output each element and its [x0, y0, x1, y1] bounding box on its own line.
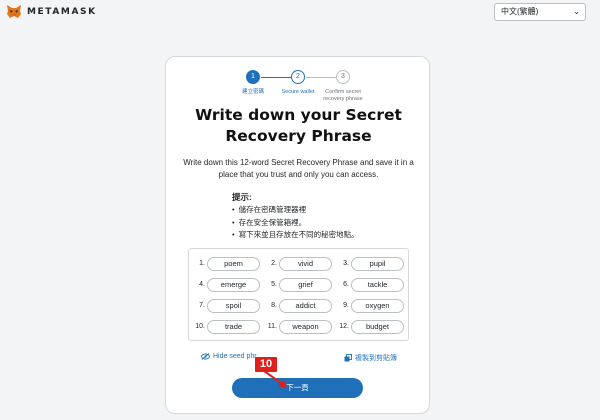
copy-to-clipboard-button[interactable]: 複製到剪貼簿 [344, 353, 397, 363]
progress-line-completed [261, 77, 291, 78]
logo-text: METAMASK [27, 6, 97, 17]
step-1-indicator: 1 [246, 70, 260, 84]
copy-icon [344, 354, 352, 362]
phrase-word-value: tackle [351, 277, 404, 292]
annotation-arrow-icon [263, 370, 287, 388]
phrase-word-value: pupil [351, 256, 404, 271]
fox-icon [7, 5, 21, 18]
phrase-word-number: 9. [343, 302, 349, 309]
step-3-label: Confirm secret recovery phrase [323, 89, 363, 102]
phrase-word-value: addict [279, 298, 332, 313]
phrase-word-value: oxygen [351, 298, 404, 313]
tips-title: 提示: [232, 192, 252, 202]
phrase-word-1: 1. poem [193, 255, 260, 272]
phrase-word-number: 11. [267, 323, 277, 330]
progress-line-pending [306, 77, 336, 78]
phrase-word-3: 3. pupil [337, 255, 404, 272]
phrase-word-value: emerge [207, 277, 260, 292]
next-button[interactable]: 下一頁 [232, 378, 363, 398]
phrase-word-number: 1. [199, 260, 205, 267]
tips-list: 儲存在密碼管理器裡 存在安全保管箱裡。 寫下來並且存放在不同的秘密地點。 [232, 204, 359, 242]
hide-seed-phrase-label: Hide seed phr [213, 353, 257, 360]
step-1-label: 建立密碼 [241, 89, 264, 95]
phrase-word-value: weapon [279, 319, 332, 334]
secret-phrase-grid: 1. poem 2. vivid 3. pupil 4. emerge 5. grief 6. tac… [188, 248, 409, 341]
phrase-word-10: 10. trade [193, 318, 260, 335]
description: Write down this 12-word Secret Recovery … [183, 158, 414, 179]
hide-seed-phrase-button[interactable]: Hide seed phr [201, 353, 257, 360]
phrase-word-2: 2. vivid [265, 255, 332, 272]
step-3-indicator: 3 [336, 70, 350, 84]
title-line-2: Recovery Phrase [225, 127, 372, 145]
step-2-indicator: 2 [291, 70, 305, 84]
phrase-word-number: 10. [195, 323, 205, 330]
tip-item: 存在安全保管箱裡。 [232, 217, 359, 230]
onboarding-card: 1 2 3 建立密碼 Secure wallet Confirm secret … [165, 56, 430, 414]
phrase-word-number: 5. [271, 281, 277, 288]
phrase-word-12: 12. budget [337, 318, 404, 335]
phrase-word-value: vivid [279, 256, 332, 271]
phrase-word-5: 5. grief [265, 276, 332, 293]
phrase-word-number: 7. [199, 302, 205, 309]
phrase-word-value: spoil [207, 298, 260, 313]
tip-item: 寫下來並且存放在不同的秘密地點。 [232, 229, 359, 242]
top-bar: METAMASK 中文(繁體) ⌄ [0, 0, 600, 24]
phrase-word-4: 4. emerge [193, 276, 260, 293]
phrase-word-value: poem [207, 256, 260, 271]
phrase-word-7: 7. spoil [193, 297, 260, 314]
metamask-logo: METAMASK [6, 4, 97, 19]
step-2-label: Secure wallet [281, 89, 315, 95]
phrase-word-number: 4. [199, 281, 205, 288]
title-line-1: Write down your Secret [195, 106, 402, 124]
phrase-word-11: 11. weapon [265, 318, 332, 335]
phrase-word-9: 9. oxygen [337, 297, 404, 314]
phrase-word-value: grief [279, 277, 332, 292]
page-title: Write down your Secret Recovery Phrase [166, 105, 431, 147]
phrase-word-8: 8. addict [265, 297, 332, 314]
eye-slash-icon [201, 353, 210, 360]
phrase-word-6: 6. tackle [337, 276, 404, 293]
phrase-word-number: 6. [343, 281, 349, 288]
phrase-word-value: budget [351, 319, 404, 334]
phrase-word-number: 8. [271, 302, 277, 309]
chevron-down-icon: ⌄ [573, 7, 580, 16]
language-value: 中文(繁體) [501, 7, 539, 16]
phrase-word-number: 2. [271, 260, 277, 267]
phrase-word-number: 12. [339, 323, 349, 330]
tip-item: 儲存在密碼管理器裡 [232, 204, 359, 217]
language-select[interactable]: 中文(繁體) ⌄ [494, 3, 586, 21]
phrase-word-value: trade [207, 319, 260, 334]
phrase-word-number: 3. [343, 260, 349, 267]
copy-label: 複製到剪貼簿 [355, 355, 397, 362]
